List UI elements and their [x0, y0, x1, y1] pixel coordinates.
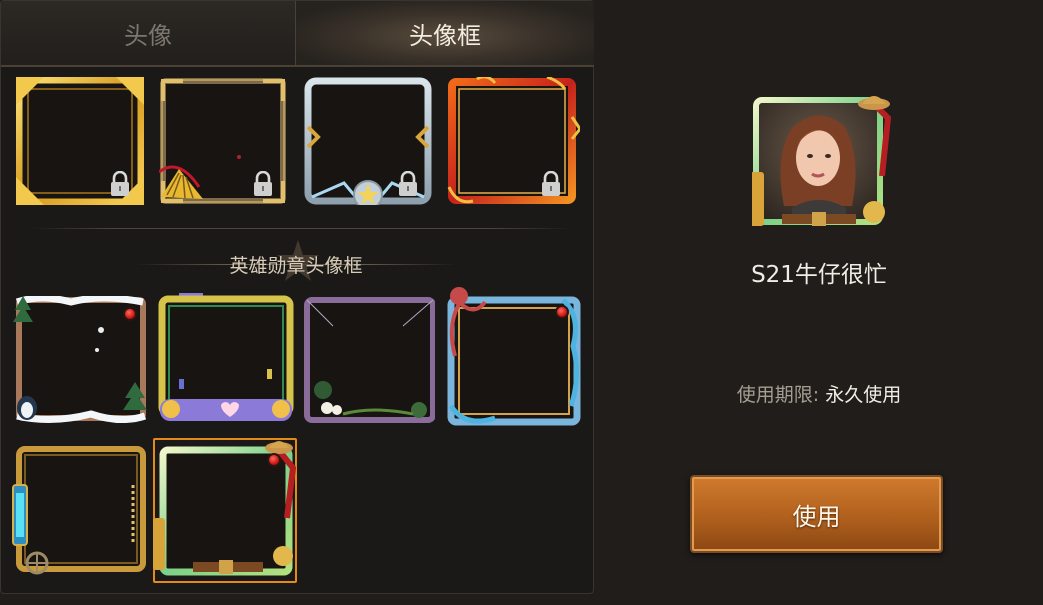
lock-icon — [542, 171, 560, 196]
use-button[interactable]: 使用 — [690, 475, 943, 553]
frame-fire[interactable] — [447, 75, 582, 205]
game-console-frame-icon — [158, 293, 294, 421]
frame-preview — [750, 96, 892, 228]
frame-steampunk[interactable] — [7, 445, 149, 577]
hero-medal-section-header: 英雄勋章头像框 — [136, 240, 456, 282]
steampunk-frame-icon — [12, 446, 146, 575]
section-title: 英雄勋章头像框 — [229, 254, 363, 277]
divider — [31, 228, 571, 229]
frame-spider[interactable] — [303, 296, 436, 424]
new-indicator — [123, 307, 137, 321]
frame-octopus[interactable] — [445, 286, 585, 428]
cowboy-portrait-preview-icon — [750, 96, 892, 226]
frame-silver-star[interactable] — [304, 77, 432, 210]
frame-cowboy[interactable] — [153, 438, 297, 583]
frame-name: S21牛仔很忙 — [751, 262, 887, 288]
expiry-label: 使用期限: — [736, 384, 820, 406]
lock-icon — [111, 171, 129, 196]
frame-fan[interactable] — [158, 77, 287, 205]
frame-game-console[interactable] — [157, 293, 295, 425]
frame-snow[interactable] — [11, 294, 147, 426]
frame-gold[interactable] — [15, 76, 145, 206]
lock-icon — [399, 171, 417, 196]
new-indicator — [555, 305, 569, 319]
new-indicator — [267, 453, 281, 467]
expiry-value: 永久使用 — [825, 384, 902, 406]
tab-bar: 头像 头像框 — [1, 1, 594, 67]
lock-icon — [254, 171, 272, 196]
frame-list-panel: 头像 头像框 英雄勋章头像框 — [0, 0, 594, 594]
tab-avatar-frame[interactable]: 头像框 — [296, 1, 594, 65]
spider-frame-icon — [304, 297, 436, 423]
tab-avatar[interactable]: 头像 — [1, 1, 296, 65]
expiry-info: 使用期限: 永久使用 — [694, 380, 944, 407]
